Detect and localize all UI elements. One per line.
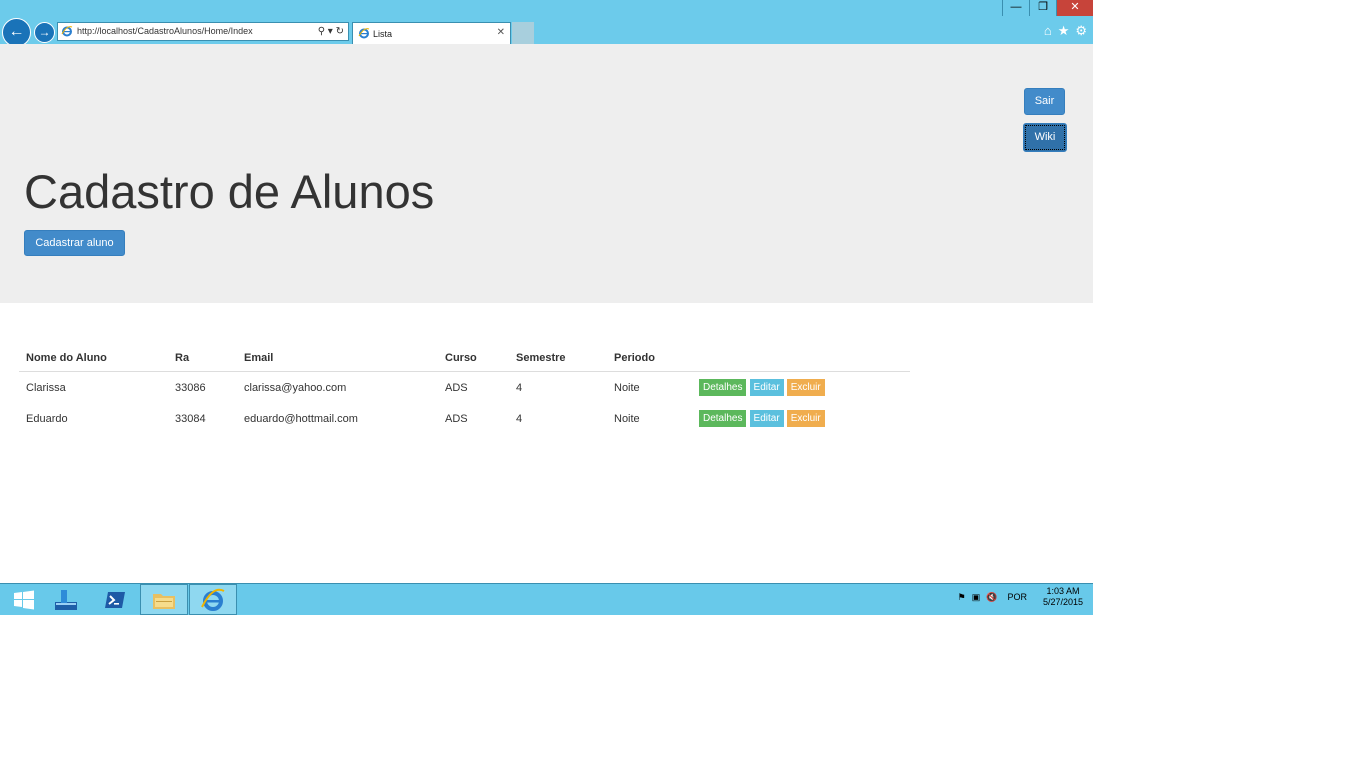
table-row: Clarissa 33086 clarissa@yahoo.com ADS 4 …	[19, 372, 910, 404]
ie-icon	[358, 28, 370, 39]
gear-icon[interactable]: ⚙	[1075, 23, 1087, 39]
back-button[interactable]: ←	[2, 18, 31, 47]
close-icon[interactable]: ✕	[497, 27, 505, 38]
cell-semestre: 4	[516, 381, 523, 394]
jumbotron: Sair Wiki Cadastro de Alunos Cadastrar a…	[0, 44, 1093, 303]
cell-email: eduardo@hottmail.com	[244, 412, 358, 425]
screen: — ❐ ✕ ← → http://localhost/CadastroAluno…	[0, 0, 1093, 615]
clock[interactable]: 1:03 AM 5/27/2015	[1043, 586, 1083, 608]
cell-semestre: 4	[516, 412, 523, 425]
new-tab-button[interactable]	[512, 22, 534, 44]
cadastrar-aluno-button[interactable]: Cadastrar aluno	[24, 230, 125, 256]
sair-button[interactable]: Sair	[1024, 88, 1065, 115]
column-header-semestre: Semestre	[509, 345, 607, 372]
start-button[interactable]	[0, 584, 48, 615]
volume-muted-icon[interactable]: 🔇	[986, 592, 997, 603]
back-icon: ←	[8, 23, 25, 40]
column-header-periodo: Periodo	[607, 345, 692, 372]
close-button[interactable]: ✕	[1056, 0, 1093, 16]
page-title: Cadastro de Alunos	[24, 165, 435, 218]
cell-actions: Detalhes Editar Excluir	[692, 403, 910, 434]
powershell-icon	[105, 591, 125, 608]
forward-button[interactable]: →	[34, 22, 55, 43]
students-table: Nome do Aluno Ra Email Curso Semestre Pe…	[19, 345, 910, 434]
cell-curso: ADS	[445, 381, 468, 394]
column-header-curso: Curso	[438, 345, 509, 372]
server-manager-icon	[55, 589, 77, 610]
column-header-actions	[692, 345, 910, 372]
folder-icon	[153, 593, 175, 609]
table-row: Eduardo 33084 eduardo@hottmail.com ADS 4…	[19, 403, 910, 434]
window-controls: — ❐ ✕	[1002, 0, 1093, 16]
browser-tools: ⌂ ★ ⚙	[1044, 23, 1087, 39]
tab-title: Lista	[373, 29, 393, 39]
ie-icon	[201, 588, 225, 611]
browser-chrome: — ❐ ✕ ← → http://localhost/CadastroAluno…	[0, 0, 1093, 47]
cell-periodo: Noite	[614, 412, 640, 425]
detalhes-button[interactable]: Detalhes	[699, 379, 747, 396]
cell-ra: 33086	[175, 381, 206, 394]
server-manager-taskbar[interactable]	[42, 584, 90, 615]
excluir-button[interactable]: Excluir	[786, 410, 825, 427]
restore-button[interactable]: ❐	[1029, 0, 1056, 16]
forward-icon: →	[38, 25, 51, 39]
excluir-button[interactable]: Excluir	[786, 379, 825, 396]
column-header-email: Email	[237, 345, 438, 372]
cell-periodo: Noite	[614, 381, 640, 394]
cell-nome: Eduardo	[26, 412, 68, 425]
cell-ra: 33084	[175, 412, 206, 425]
column-header-ra: Ra	[168, 345, 237, 372]
address-url: http://localhost/CadastroAlunos/Home/Ind…	[77, 26, 253, 36]
powershell-taskbar[interactable]	[91, 584, 139, 615]
refresh-icon[interactable]: ↻	[336, 26, 344, 37]
search-icon[interactable]: ⚲	[318, 26, 325, 37]
minimize-button[interactable]: —	[1002, 0, 1029, 16]
editar-button[interactable]: Editar	[749, 410, 784, 427]
dropdown-icon[interactable]: ▾	[328, 26, 333, 37]
flag-icon[interactable]: ⚑	[958, 592, 966, 603]
clock-time: 1:03 AM	[1046, 586, 1080, 596]
taskbar: ⚑ ▣ 🔇 POR 1:03 AM 5/27/2015	[0, 583, 1093, 615]
ie-icon	[61, 26, 73, 37]
file-explorer-taskbar[interactable]	[140, 584, 188, 615]
cell-email: clarissa@yahoo.com	[244, 381, 347, 394]
column-header-nome: Nome do Aluno	[19, 345, 168, 372]
language-indicator[interactable]: POR	[1007, 592, 1027, 602]
cell-nome: Clarissa	[26, 381, 66, 394]
clock-date: 5/27/2015	[1042, 597, 1083, 607]
table-header-row: Nome do Aluno Ra Email Curso Semestre Pe…	[19, 345, 910, 372]
internet-explorer-taskbar[interactable]	[189, 584, 237, 615]
cell-actions: Detalhes Editar Excluir	[692, 372, 910, 404]
network-icon[interactable]: ▣	[972, 592, 981, 603]
detalhes-button[interactable]: Detalhes	[699, 410, 747, 427]
address-icons: ⚲ ▾ ↻	[318, 23, 344, 40]
star-icon[interactable]: ★	[1058, 23, 1070, 39]
editar-button[interactable]: Editar	[749, 379, 784, 396]
address-bar[interactable]: http://localhost/CadastroAlunos/Home/Ind…	[57, 22, 349, 41]
home-icon[interactable]: ⌂	[1044, 23, 1052, 39]
system-tray: ⚑ ▣ 🔇 POR 1:03 AM 5/27/2015	[958, 586, 1083, 608]
tab-lista[interactable]: Lista ✕	[352, 22, 511, 44]
cell-curso: ADS	[445, 412, 468, 425]
wiki-button[interactable]: Wiki	[1023, 123, 1067, 152]
windows-icon	[14, 590, 34, 609]
